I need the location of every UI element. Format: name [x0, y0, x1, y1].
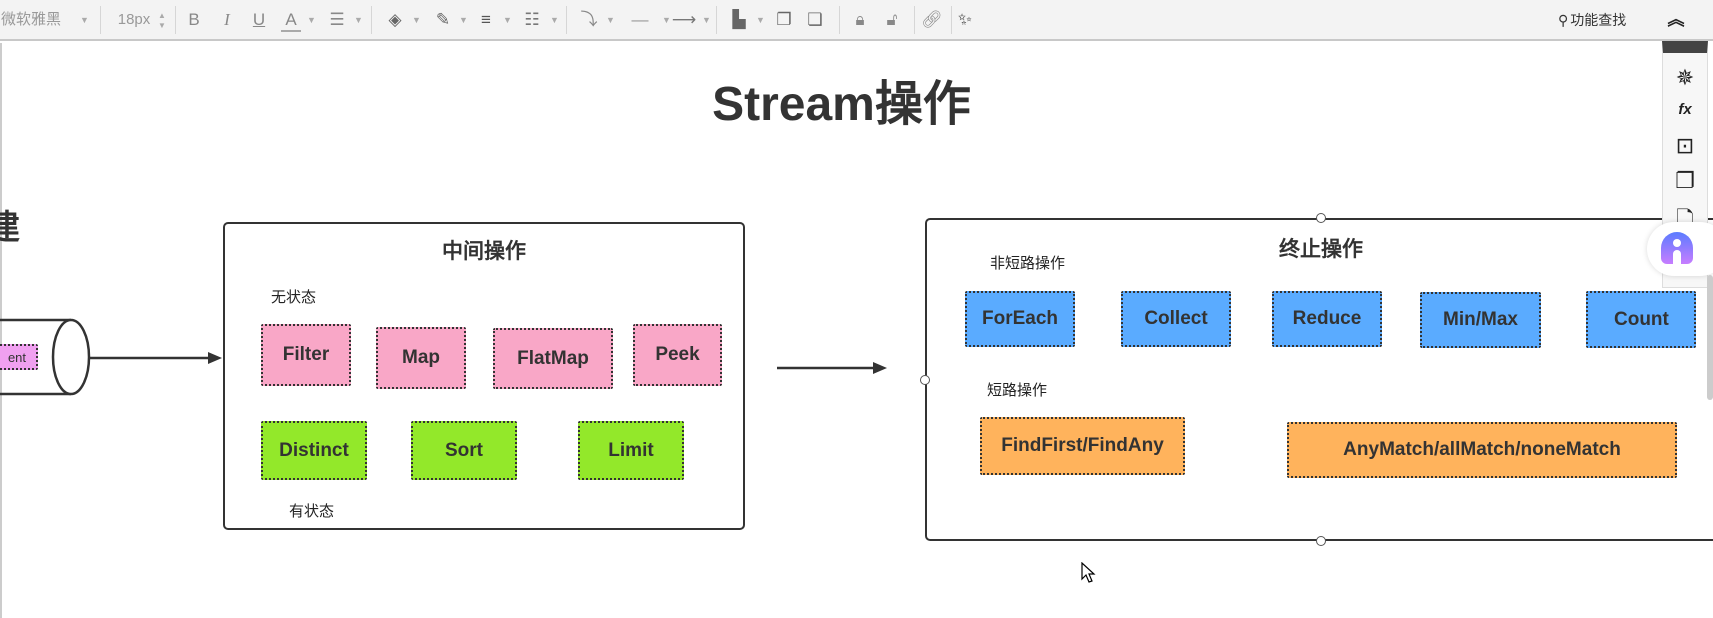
toolbar: 微软雅黑 ▼ 18px ▲ ▼ B I U A ▼ ☰ ▼ ◈ ▼ ✎ ▼ ≡ ▼…: [0, 0, 1713, 41]
resize-handle[interactable]: [1316, 213, 1326, 223]
ai-assistant-button[interactable]: [1647, 222, 1713, 276]
op-count[interactable]: Count: [1586, 291, 1696, 348]
resize-handle[interactable]: [1316, 536, 1326, 546]
font-family-select[interactable]: 微软雅黑: [0, 8, 62, 32]
op-foreach[interactable]: ForEach: [965, 291, 1075, 347]
feature-search-button[interactable]: ⚲ 功能查找: [1558, 8, 1638, 32]
partial-section-title: 建: [0, 209, 20, 247]
chevron-down-icon[interactable]: ▼: [503, 8, 512, 32]
stateless-label: 无状态: [271, 289, 317, 306]
font-color-button[interactable]: A: [281, 8, 301, 32]
chevron-down-icon[interactable]: ▼: [606, 8, 615, 32]
chevron-down-icon[interactable]: ▼: [307, 8, 316, 32]
divider: [175, 6, 176, 34]
magic-wand-icon[interactable]: ✨︎: [954, 8, 976, 32]
align-left-icon[interactable]: ▙: [728, 8, 750, 32]
feature-search-label: 功能查找: [1570, 12, 1627, 28]
short-circuit-label: 短路操作: [987, 382, 1048, 399]
op-sort[interactable]: Sort: [411, 421, 517, 480]
divider: [951, 6, 952, 34]
op-peek[interactable]: Peek: [633, 324, 722, 386]
bold-button[interactable]: B: [184, 8, 204, 32]
op-collect[interactable]: Collect: [1121, 291, 1231, 347]
italic-button[interactable]: I: [217, 8, 237, 32]
op-distinct[interactable]: Distinct: [261, 421, 367, 480]
pages-icon[interactable]: ❐: [1663, 168, 1707, 194]
line-start-icon[interactable]: —: [620, 8, 660, 32]
op-findfirst-findany[interactable]: FindFirst/FindAny: [980, 417, 1185, 475]
op-reduce[interactable]: Reduce: [1272, 291, 1382, 347]
resize-handle[interactable]: [920, 375, 930, 385]
divider: [914, 6, 915, 34]
unlock-icon[interactable]: 🔓︎: [881, 8, 903, 32]
chevron-down-icon[interactable]: ▼: [756, 8, 765, 32]
divider: [100, 6, 101, 34]
send-back-icon[interactable]: ❏: [804, 8, 826, 32]
divider: [716, 6, 717, 34]
chevron-down-icon[interactable]: ▼: [459, 8, 468, 32]
op-anymatch-allmatch-nonematch[interactable]: AnyMatch/allMatch/noneMatch: [1287, 422, 1677, 478]
align-icon[interactable]: ☰: [326, 8, 348, 32]
chevron-down-icon[interactable]: ▼: [550, 8, 559, 32]
chevron-down-icon[interactable]: ▼: [412, 8, 421, 32]
stateful-label: 有状态: [289, 503, 335, 520]
line-color-icon[interactable]: ✎: [432, 8, 454, 32]
page-title: Stream操作: [712, 78, 971, 131]
line-end-arrow-icon[interactable]: ⟶: [668, 8, 700, 32]
bring-front-icon[interactable]: ❐: [773, 8, 795, 32]
spinner-icon[interactable]: ▲ ▼: [158, 11, 166, 31]
vertical-scrollbar[interactable]: [1707, 275, 1713, 400]
flow-arrow: [777, 362, 887, 374]
divider: [839, 6, 840, 34]
non-short-circuit-label: 非短路操作: [990, 255, 1066, 272]
assistant-logo-icon: [1661, 232, 1693, 264]
intermediate-title: 中间操作: [442, 240, 526, 263]
op-flatmap[interactable]: FlatMap: [493, 328, 613, 389]
line-style-icon[interactable]: ☷: [521, 8, 543, 32]
op-limit[interactable]: Limit: [578, 421, 684, 480]
connector-curve-icon[interactable]: ⤵: [578, 8, 600, 32]
collapse-toolbar-icon[interactable]: ︽: [1664, 8, 1688, 32]
underline-button[interactable]: U: [249, 8, 269, 32]
chevron-down-icon[interactable]: ▼: [702, 8, 711, 32]
page-size-icon[interactable]: ⊡: [1663, 133, 1707, 159]
op-filter[interactable]: Filter: [261, 324, 351, 386]
lock-icon[interactable]: 🔒︎: [849, 8, 871, 32]
link-icon[interactable]: 🔗︎: [921, 8, 943, 32]
fill-color-icon[interactable]: ◈: [384, 8, 406, 32]
formula-icon[interactable]: fx: [1663, 101, 1707, 118]
line-width-icon[interactable]: ≡: [475, 8, 497, 32]
divider: [371, 6, 372, 34]
search-icon: ⚲: [1558, 12, 1569, 28]
divider: [566, 6, 567, 34]
chevron-down-icon[interactable]: ▼: [80, 8, 89, 32]
font-size-input[interactable]: 18px: [116, 8, 152, 32]
navigator-icon[interactable]: ✵: [1663, 65, 1707, 91]
op-map[interactable]: Map: [376, 327, 466, 389]
op-minmax[interactable]: Min/Max: [1420, 292, 1541, 348]
chevron-down-icon[interactable]: ▼: [354, 8, 363, 32]
terminal-title: 终止操作: [1279, 238, 1363, 261]
partial-node[interactable]: ent: [0, 344, 38, 370]
mouse-cursor-icon: [1081, 562, 1096, 583]
